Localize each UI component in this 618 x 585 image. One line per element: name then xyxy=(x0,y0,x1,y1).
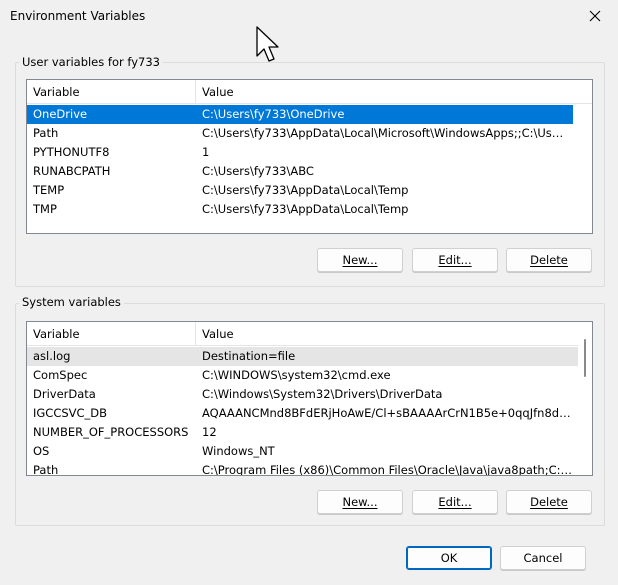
system-edit-button[interactable]: Edit... xyxy=(412,490,498,514)
system-new-button[interactable]: New... xyxy=(317,490,403,514)
table-row[interactable]: Path C:\Program Files (x86)\Common Files\… xyxy=(27,461,578,476)
table-row[interactable]: asl.log Destination=file xyxy=(27,347,578,366)
table-row[interactable]: TEMP C:\Users\fy733\AppData\Local\Temp xyxy=(27,181,573,200)
list-header: Variable Value xyxy=(27,80,592,104)
variable-name-cell: ComSpec xyxy=(33,368,88,382)
table-row[interactable]: TMP C:\Users\fy733\AppData\Local\Temp xyxy=(27,200,573,219)
variable-name-cell: Path xyxy=(33,126,59,140)
variable-value-cell: C:\Program Files (x86)\Common Files\Orac… xyxy=(202,463,575,476)
user-variables-label: User variables for fy733 xyxy=(19,55,163,69)
table-row[interactable]: Path C:\Users\fy733\AppData\Local\Microso… xyxy=(27,124,573,143)
table-row[interactable]: PYTHONUTF8 1 xyxy=(27,143,573,162)
button-label: Edit... xyxy=(438,253,472,267)
list-header: Variable Value xyxy=(27,322,592,346)
button-label: OK xyxy=(440,551,458,565)
variable-value-cell: C:\Users\fy733\OneDrive xyxy=(202,107,345,121)
close-icon xyxy=(589,10,601,22)
column-header-value[interactable]: Value xyxy=(196,322,234,346)
variable-name-cell: Path xyxy=(33,463,59,476)
system-variables-label: System variables xyxy=(19,295,124,309)
table-row[interactable]: NUMBER_OF_PROCESSORS 12 xyxy=(27,423,578,442)
variable-name-cell: RUNABCPATH xyxy=(33,164,111,178)
variable-value-cell: C:\Windows\System32\Drivers\DriverData xyxy=(202,387,443,401)
variable-value-cell: 12 xyxy=(202,425,217,439)
variable-value-cell: AQAAANCMnd8BFdERjHoAwE/Cl+sBAAAArCrN1B5e… xyxy=(202,406,575,420)
variable-name-cell: NUMBER_OF_PROCESSORS xyxy=(33,425,189,439)
variable-value-cell: C:\Users\fy733\AppData\Local\Microsoft\W… xyxy=(202,126,570,140)
variable-value-cell: Destination=file xyxy=(202,349,296,363)
variable-name-cell: asl.log xyxy=(33,349,71,363)
table-row[interactable]: RUNABCPATH C:\Users\fy733\ABC xyxy=(27,162,573,181)
scrollbar-thumb[interactable] xyxy=(584,339,586,377)
vertical-scrollbar[interactable] xyxy=(578,322,592,475)
variable-value-cell: 1 xyxy=(202,145,210,159)
system-variables-list[interactable]: Variable Value asl.log Destination=file Co… xyxy=(26,321,593,476)
column-header-variable[interactable]: Variable xyxy=(27,80,195,104)
column-header-value[interactable]: Value xyxy=(196,80,234,104)
button-label: Delete xyxy=(530,253,568,267)
table-row[interactable]: OS Windows_NT xyxy=(27,442,578,461)
variable-name-cell: DriverData xyxy=(33,387,96,401)
variable-value-cell: C:\WINDOWS\system32\cmd.exe xyxy=(202,368,391,382)
table-row[interactable]: IGCCSVC_DB AQAAANCMnd8BFdERjHoAwE/Cl+sBAA… xyxy=(27,404,578,423)
button-label: Cancel xyxy=(523,551,563,565)
window-title: Environment Variables xyxy=(10,9,146,23)
user-new-button[interactable]: New... xyxy=(317,248,403,272)
system-delete-button[interactable]: Delete xyxy=(506,490,592,514)
column-header-variable[interactable]: Variable xyxy=(27,322,195,346)
user-variables-list[interactable]: Variable Value OneDrive C:\Users\fy733\On… xyxy=(26,79,593,234)
button-label: New... xyxy=(342,253,378,267)
variable-name-cell: OneDrive xyxy=(33,107,88,121)
ok-button[interactable]: OK xyxy=(406,546,492,570)
table-row[interactable]: OneDrive C:\Users\fy733\OneDrive xyxy=(27,105,573,124)
cancel-button[interactable]: Cancel xyxy=(500,546,586,570)
variable-name-cell: TMP xyxy=(33,202,57,216)
button-label: Edit... xyxy=(438,495,472,509)
table-row[interactable]: ComSpec C:\WINDOWS\system32\cmd.exe xyxy=(27,366,578,385)
variable-value-cell: C:\Users\fy733\ABC xyxy=(202,164,314,178)
variable-name-cell: PYTHONUTF8 xyxy=(33,145,110,159)
user-edit-button[interactable]: Edit... xyxy=(412,248,498,272)
title-bar: Environment Variables xyxy=(0,0,618,32)
table-row[interactable]: DriverData C:\Windows\System32\Drivers\Dr… xyxy=(27,385,578,404)
button-label: New... xyxy=(342,495,378,509)
button-label: Delete xyxy=(530,495,568,509)
user-delete-button[interactable]: Delete xyxy=(506,248,592,272)
variable-name-cell: IGCCSVC_DB xyxy=(33,406,108,420)
mouse-cursor-icon xyxy=(256,26,279,62)
close-button[interactable] xyxy=(572,0,618,32)
variable-value-cell: C:\Users\fy733\AppData\Local\Temp xyxy=(202,202,409,216)
variable-name-cell: OS xyxy=(33,444,50,458)
variable-name-cell: TEMP xyxy=(33,183,65,197)
variable-value-cell: C:\Users\fy733\AppData\Local\Temp xyxy=(202,183,409,197)
variable-value-cell: Windows_NT xyxy=(202,444,275,458)
